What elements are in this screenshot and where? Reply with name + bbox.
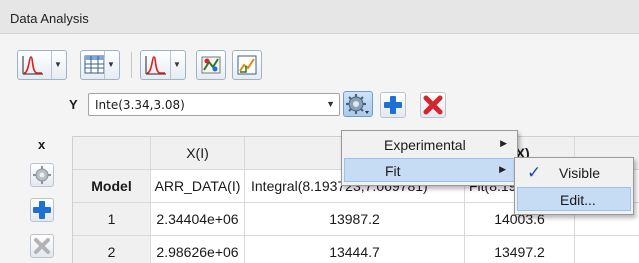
row-header[interactable]: 1 <box>73 203 151 236</box>
remove-y-button[interactable] <box>420 92 446 118</box>
panel-title-bar: Data Analysis <box>0 0 639 34</box>
gear-icon <box>346 94 369 114</box>
close-icon <box>34 238 50 254</box>
menu-item-edit[interactable]: Edit... <box>517 187 631 211</box>
chevron-down-icon[interactable]: ▼ <box>326 99 335 109</box>
peak-chart-icon <box>22 56 43 75</box>
x-settings-button[interactable] <box>30 163 54 187</box>
remove-x-button[interactable] <box>30 234 54 258</box>
menu-item-experimental[interactable]: Experimental ▶ <box>344 133 515 157</box>
data-analysis-panel: Data Analysis ▼ ▼ ▼ Y Inte(3.34,3.08) ▼ … <box>0 0 639 263</box>
chevron-right-icon: ▶ <box>499 164 506 174</box>
chevron-down-icon[interactable]: ▼ <box>104 51 117 79</box>
toolbar-separator <box>131 52 132 78</box>
table-cell[interactable]: 2.34404e+06 <box>151 203 245 236</box>
row-header[interactable]: Model <box>73 170 151 203</box>
fit-tool-icon <box>201 56 221 74</box>
y-column-select[interactable]: Inte(3.34,3.08) ▼ <box>88 93 340 116</box>
table-view-dropdown-button[interactable]: ▼ <box>80 50 120 80</box>
peak-plot-dropdown-button-2[interactable]: ▼ <box>140 50 186 80</box>
fit-tool-button[interactable] <box>196 50 226 80</box>
column-header[interactable]: X(I) <box>151 137 245 170</box>
y-column-value: Inte(3.34,3.08) <box>95 98 185 112</box>
peak-chart-icon <box>145 56 166 75</box>
chart-icon <box>237 55 257 75</box>
y-label: Y <box>69 97 78 112</box>
table-cell[interactable]: 13497.2 <box>465 236 575 263</box>
chevron-down-icon[interactable]: ▼ <box>51 51 64 79</box>
menu-item-fit[interactable]: Fit ▶ <box>344 158 515 182</box>
table-cell[interactable]: 13444.7 <box>245 236 465 263</box>
plus-icon <box>33 201 51 219</box>
add-y-button[interactable] <box>380 92 406 118</box>
peak-plot-dropdown-button[interactable]: ▼ <box>17 50 67 80</box>
panel-title: Data Analysis <box>10 11 89 26</box>
close-icon <box>423 95 443 115</box>
chevron-right-icon: ▶ <box>500 138 507 148</box>
table-corner <box>73 137 151 170</box>
checkmark-icon: ✓ <box>527 163 542 182</box>
x-label: x <box>38 137 46 152</box>
chevron-down-icon[interactable]: ▼ <box>170 51 183 79</box>
plus-icon <box>384 96 402 114</box>
row-header[interactable]: 2 <box>73 236 151 263</box>
y-settings-button[interactable] <box>343 91 373 117</box>
table-cell[interactable] <box>575 236 639 263</box>
chart-export-button[interactable] <box>232 50 262 80</box>
menu-item-visible[interactable]: ✓ Visible <box>517 161 631 185</box>
y-settings-menu: Experimental ▶ Fit ▶ <box>341 130 518 186</box>
table-cell[interactable]: ARR_DATA(I) <box>151 170 245 203</box>
table-cell[interactable]: 2.98626e+06 <box>151 236 245 263</box>
gear-icon <box>33 166 51 184</box>
table-icon <box>84 55 105 74</box>
table-cell[interactable]: 13987.2 <box>245 203 465 236</box>
fit-submenu: ✓ Visible Edit... <box>514 157 634 215</box>
add-x-button[interactable] <box>30 198 54 222</box>
